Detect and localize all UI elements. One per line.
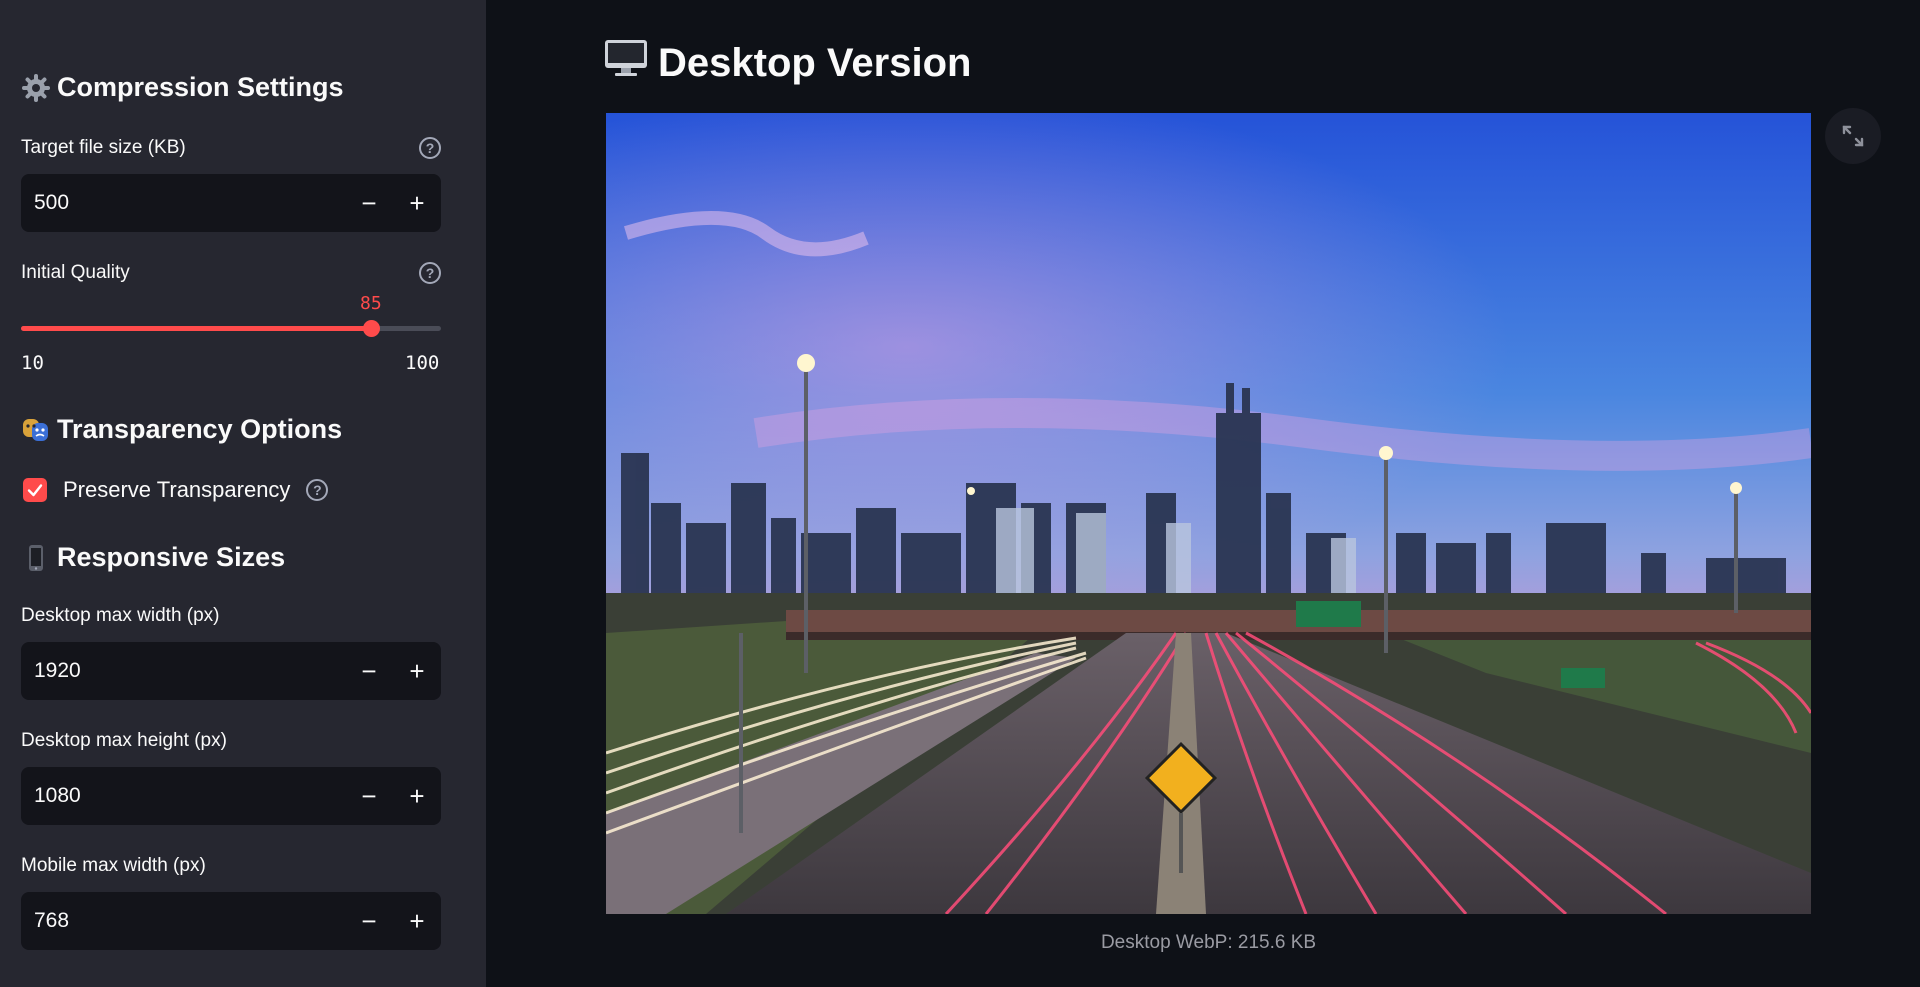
quality-slider-max: 100 [405,352,440,374]
desktop-width-increment-button[interactable]: + [393,642,441,700]
target-size-label-row: Target file size (KB) ? [21,137,441,159]
quality-label-row: Initial Quality ? [21,262,441,284]
preserve-transparency-label[interactable]: Preserve Transparency [63,477,290,503]
desktop-height-value[interactable]: 1080 [21,784,345,808]
image-caption: Desktop WebP: 215.6 KB [1100,932,1317,953]
target-size-label: Target file size (KB) [21,137,186,158]
quality-slider-min: 10 [21,352,44,374]
target-size-increment-button[interactable]: + [393,174,441,232]
quality-slider-thumb[interactable] [363,320,380,337]
quality-slider-value: 85 [360,293,382,314]
desktop-preview-image [606,113,1811,914]
compression-settings-heading: Compression Settings [21,72,344,103]
transparency-options-heading: Transparency Options [21,414,342,445]
desktop-width-decrement-button[interactable]: − [345,642,393,700]
page-title: Desktop Version [604,38,971,88]
target-size-input[interactable]: 500 − + [21,174,441,232]
desktop-computer-icon [604,38,648,88]
sidebar: Compression Settings Target file size (K… [0,0,486,987]
help-icon[interactable]: ? [419,262,441,284]
mobile-width-increment-button[interactable]: + [393,892,441,950]
responsive-sizes-heading: Responsive Sizes [21,542,285,573]
desktop-height-input[interactable]: 1080 − + [21,767,441,825]
mobile-width-input[interactable]: 768 − + [21,892,441,950]
mobile-phone-icon [21,543,51,573]
preserve-transparency-checkbox[interactable] [23,478,47,502]
transparency-options-title: Transparency Options [57,414,343,444]
quality-slider-fill [21,326,371,331]
quality-label: Initial Quality [21,262,130,283]
desktop-width-value[interactable]: 1920 [21,659,345,683]
target-size-decrement-button[interactable]: − [345,174,393,232]
desktop-width-label-row: Desktop max width (px) [21,605,441,627]
desktop-height-label-row: Desktop max height (px) [21,730,441,752]
mobile-width-value[interactable]: 768 [21,909,345,933]
help-icon[interactable]: ? [306,479,329,501]
gear-icon [21,73,51,103]
mobile-width-decrement-button[interactable]: − [345,892,393,950]
fullscreen-button[interactable] [1825,108,1881,164]
help-icon[interactable]: ? [419,137,441,159]
page-title-text: Desktop Version [658,40,972,85]
theater-masks-icon [21,415,51,445]
mobile-width-label-row: Mobile max width (px) [21,855,441,877]
desktop-height-decrement-button[interactable]: − [345,767,393,825]
preserve-transparency-checkbox-row[interactable]: Preserve Transparency ? [23,477,329,503]
target-size-value[interactable]: 500 [21,191,345,215]
desktop-height-label: Desktop max height (px) [21,730,227,751]
compression-settings-title: Compression Settings [57,72,344,102]
mobile-width-label: Mobile max width (px) [21,855,206,876]
desktop-width-input[interactable]: 1920 − + [21,642,441,700]
desktop-height-increment-button[interactable]: + [393,767,441,825]
fullscreen-icon [1842,125,1864,147]
quality-slider[interactable] [21,320,441,337]
responsive-sizes-title: Responsive Sizes [57,542,286,572]
desktop-width-label: Desktop max width (px) [21,605,220,626]
check-icon [27,484,43,497]
